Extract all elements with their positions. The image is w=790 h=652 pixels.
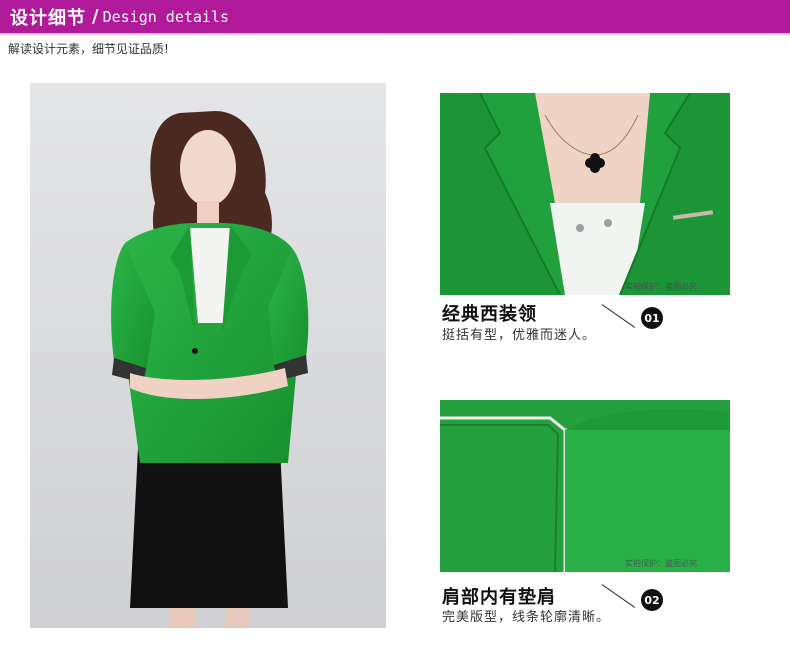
header-divider — [0, 33, 790, 36]
model-photo — [30, 83, 386, 628]
detail-2-pointer-line — [601, 584, 636, 608]
shoulder-detail-photo: 实拍保护：盗图必究 — [440, 400, 730, 572]
watermark-2: 实拍保护：盗图必究 — [625, 559, 697, 568]
header-title-zh: 设计细节 — [10, 7, 86, 29]
section-subtitle: 解读设计元素，细节见证品质! — [8, 42, 169, 56]
detail-1-text: 挺括有型，优雅而迷人。 — [442, 328, 597, 343]
header-title-en: Design details — [102, 7, 230, 26]
collar-detail-photo: 实拍保护：盗图必究 — [440, 93, 730, 295]
detail-2-number-badge: 02 — [641, 589, 663, 611]
header-separator: / — [92, 6, 99, 27]
detail-1-number-badge: 01 — [641, 307, 663, 329]
detail-2-text: 完美版型，线条轮廓清晰。 — [442, 610, 611, 625]
section-header: 设计细节 / Design details — [0, 0, 790, 33]
watermark-1: 实拍保护：盗图必究 — [625, 282, 697, 291]
detail-1-title: 经典西装领 — [442, 304, 537, 325]
detail-1-pointer-line — [601, 304, 636, 328]
